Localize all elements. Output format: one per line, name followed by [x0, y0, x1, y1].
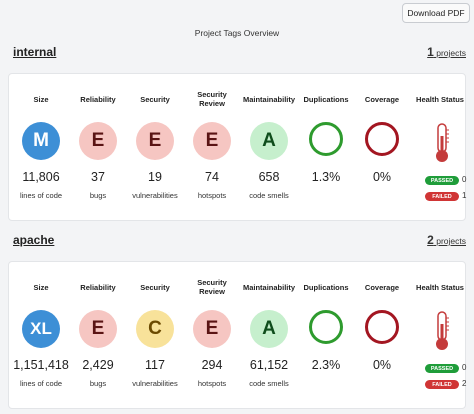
page-title: Project Tags Overview	[194, 28, 280, 38]
size-value: 11,806	[22, 170, 60, 184]
reliability-column: Reliability E 37 bugs	[73, 74, 123, 220]
maintainability-unit: code smells	[249, 191, 289, 200]
security-review-header: Security Review	[197, 278, 227, 296]
security-header: Security	[140, 94, 170, 104]
maintainability-column: Maintainability A 658 code smells	[237, 74, 301, 220]
security-value: 117	[145, 358, 165, 372]
size-rating-badge[interactable]: M	[22, 122, 60, 160]
security-review-rating-badge[interactable]: E	[193, 310, 231, 348]
maintainability-header: Maintainability	[242, 94, 296, 104]
reliability-header: Reliability	[80, 282, 116, 292]
tag-card-internal: Size M 11,806 lines of code Reliability …	[8, 73, 466, 221]
health-status-header: Health Status	[416, 94, 464, 104]
security-review-value: 294	[201, 358, 223, 372]
maintainability-value: 658	[258, 170, 280, 184]
coverage-value: 0%	[372, 358, 392, 372]
security-review-column: Security Review E 74 hotspots	[187, 74, 237, 220]
size-header: Size	[33, 94, 49, 104]
download-pdf-button[interactable]: Download PDF	[402, 3, 470, 23]
coverage-value: 0%	[372, 170, 392, 184]
size-rating-badge[interactable]: XL	[22, 310, 60, 348]
thermometer-icon	[436, 123, 449, 162]
duplications-ring-icon[interactable]	[309, 310, 343, 344]
maintainability-column: Maintainability A 61,152 code smells	[237, 262, 301, 408]
projects-label: projects	[436, 236, 466, 246]
health-status-column: Health Status PASSED 0 FAILED 1	[413, 74, 467, 220]
size-unit: lines of code	[19, 379, 63, 388]
coverage-ring-icon[interactable]	[365, 310, 399, 344]
maintainability-unit: code smells	[249, 379, 289, 388]
failed-badge: FAILED	[425, 192, 459, 201]
tag-card-apache: Size XL 1,151,418 lines of code Reliabil…	[8, 261, 466, 409]
reliability-unit: bugs	[89, 191, 107, 200]
failed-count: 2	[462, 379, 467, 388]
passed-badge: PASSED	[425, 176, 459, 185]
passed-count: 0	[462, 363, 467, 372]
security-unit: vulnerabilities	[132, 379, 178, 388]
coverage-ring-icon[interactable]	[365, 122, 399, 156]
coverage-header: Coverage	[364, 282, 400, 292]
security-unit: vulnerabilities	[132, 191, 178, 200]
health-status-column: Health Status PASSED 0 FAILED 2	[413, 262, 467, 408]
reliability-header: Reliability	[80, 94, 116, 104]
security-column: Security C 117 vulnerabilities	[123, 262, 187, 408]
coverage-header: Coverage	[364, 94, 400, 104]
tag-name-apache[interactable]: apache	[13, 233, 54, 247]
security-review-column: Security Review E 294 hotspots	[187, 262, 237, 408]
reliability-rating-badge[interactable]: E	[79, 122, 117, 160]
security-header: Security	[140, 282, 170, 292]
failed-badge: FAILED	[425, 380, 459, 389]
duplications-value: 2.3%	[311, 358, 341, 372]
duplications-ring-icon[interactable]	[309, 122, 343, 156]
projects-label: projects	[436, 48, 466, 58]
reliability-value: 2,429	[82, 358, 114, 372]
reliability-value: 37	[91, 170, 105, 184]
duplications-column: Duplications 2.3%	[301, 262, 351, 408]
duplications-header: Duplications	[303, 94, 349, 104]
security-review-value: 74	[205, 170, 219, 184]
tag-projects-link[interactable]: 1 projects	[427, 45, 466, 59]
projects-count: 1	[427, 45, 434, 59]
coverage-column: Coverage 0%	[351, 262, 413, 408]
security-value: 19	[148, 170, 162, 184]
security-column: Security E 19 vulnerabilities	[123, 74, 187, 220]
reliability-unit: bugs	[89, 379, 107, 388]
maintainability-rating-badge[interactable]: A	[250, 310, 288, 348]
duplications-header: Duplications	[303, 282, 349, 292]
coverage-column: Coverage 0%	[351, 74, 413, 220]
size-value: 1,151,418	[13, 358, 69, 372]
tag-name-internal[interactable]: internal	[13, 45, 56, 59]
passed-count: 0	[462, 175, 467, 184]
health-status-header: Health Status	[416, 282, 464, 292]
duplications-column: Duplications 1.3%	[301, 74, 351, 220]
reliability-rating-badge[interactable]: E	[79, 310, 117, 348]
projects-count: 2	[427, 233, 434, 247]
security-review-unit: hotspots	[197, 379, 227, 388]
security-rating-badge[interactable]: E	[136, 122, 174, 160]
security-rating-badge[interactable]: C	[136, 310, 174, 348]
size-column: Size M 11,806 lines of code	[9, 74, 73, 220]
security-review-header: Security Review	[197, 90, 227, 108]
size-column: Size XL 1,151,418 lines of code	[9, 262, 73, 408]
size-unit: lines of code	[19, 191, 63, 200]
security-review-unit: hotspots	[197, 191, 227, 200]
duplications-value: 1.3%	[311, 170, 341, 184]
thermometer-icon	[436, 311, 449, 350]
tag-projects-link[interactable]: 2 projects	[427, 233, 466, 247]
failed-count: 1	[462, 191, 467, 200]
maintainability-rating-badge[interactable]: A	[250, 122, 288, 160]
maintainability-value: 61,152	[249, 358, 289, 372]
passed-badge: PASSED	[425, 364, 459, 373]
size-header: Size	[33, 282, 49, 292]
maintainability-header: Maintainability	[242, 282, 296, 292]
reliability-column: Reliability E 2,429 bugs	[73, 262, 123, 408]
security-review-rating-badge[interactable]: E	[193, 122, 231, 160]
